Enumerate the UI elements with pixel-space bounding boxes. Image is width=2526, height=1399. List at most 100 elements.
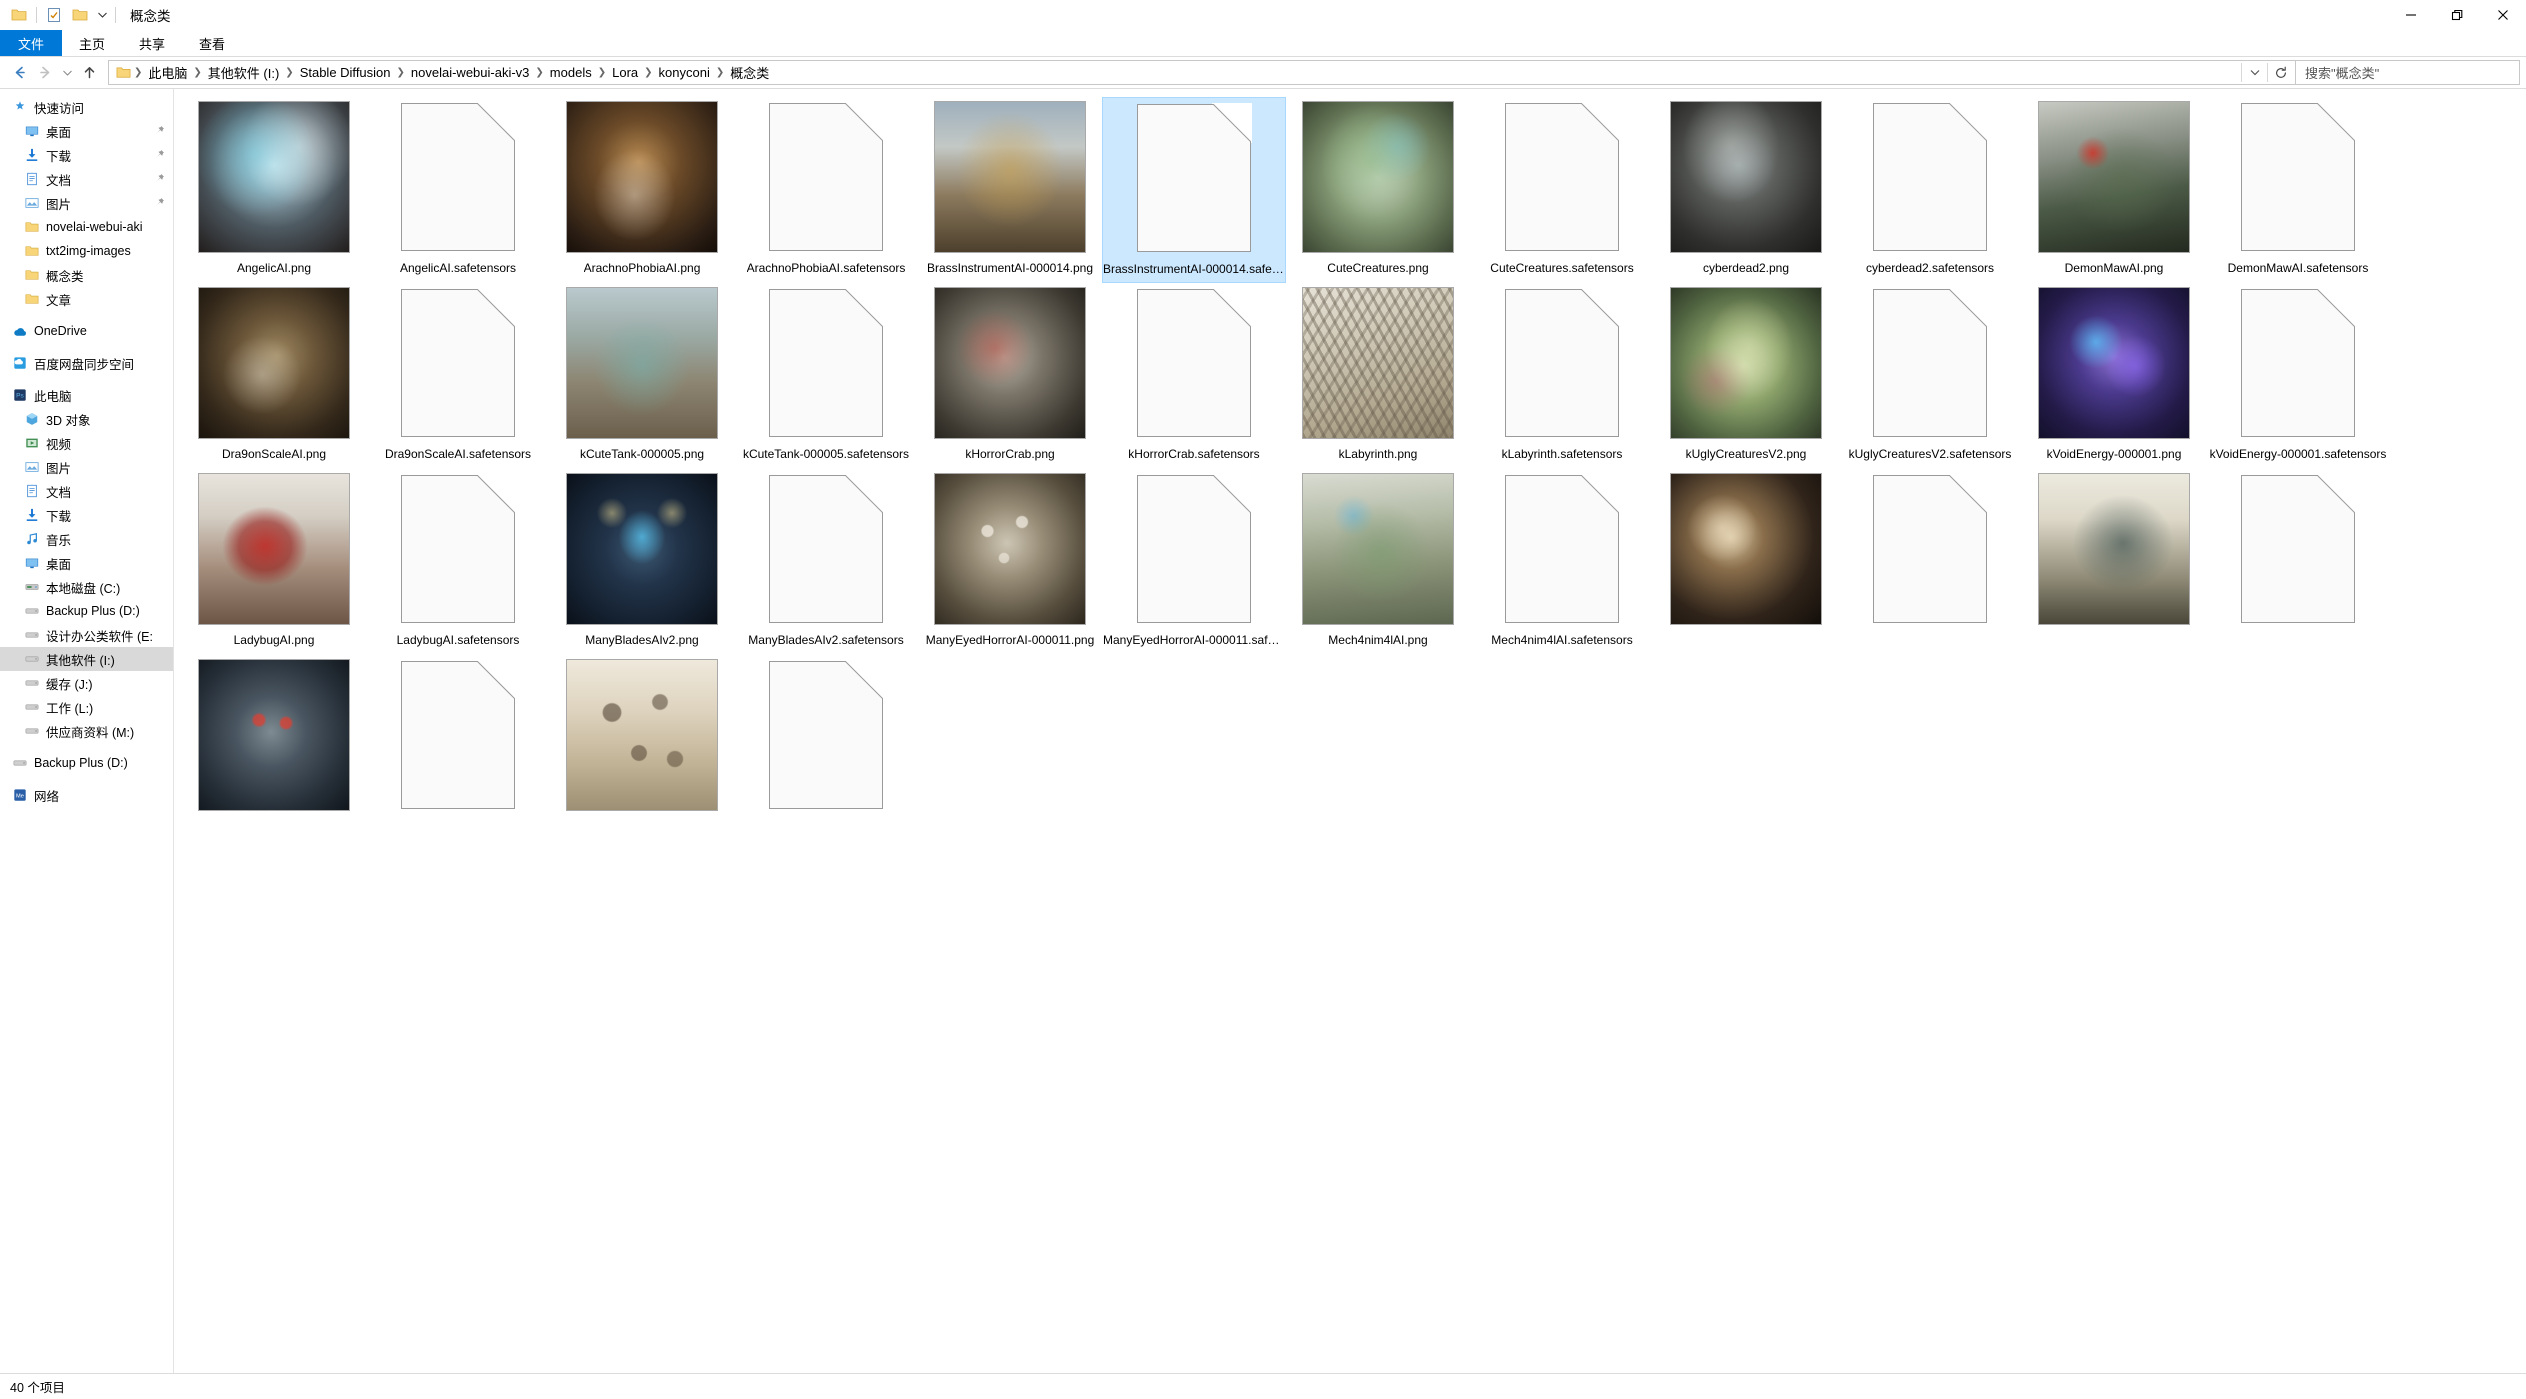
file-tile[interactable]: DemonMawAI.safetensors — [2206, 97, 2390, 283]
tab-view[interactable]: 查看 — [182, 30, 242, 56]
breadcrumb-item-0[interactable]: 此电脑 — [143, 61, 192, 84]
file-tile[interactable] — [734, 655, 918, 841]
pin-icon[interactable] — [155, 149, 165, 162]
file-tile[interactable]: LadybugAI.safetensors — [366, 469, 550, 655]
file-tile[interactable]: kLabyrinth.safetensors — [1470, 283, 1654, 469]
breadcrumb-separator[interactable]: ❯ — [715, 67, 725, 78]
tab-home[interactable]: 主页 — [62, 30, 122, 56]
file-tile[interactable]: ManyBladesAIv2.safetensors — [734, 469, 918, 655]
file-tile[interactable]: ArachnoPhobiaAI.png — [550, 97, 734, 283]
file-tile[interactable]: ManyBladesAIv2.png — [550, 469, 734, 655]
sidebar-item-22[interactable]: 本地磁盘 (C:) — [0, 575, 173, 599]
file-tile[interactable]: BrassInstrumentAI-000014.safetensors — [1102, 97, 1286, 283]
breadcrumb-item-7[interactable]: 概念类 — [725, 61, 774, 84]
sidebar-item-15[interactable]: 3D 对象 — [0, 407, 173, 431]
recent-locations-dropdown-icon[interactable] — [58, 60, 76, 86]
sidebar-item-17[interactable]: 图片 — [0, 455, 173, 479]
sidebar-item-7[interactable]: 概念类 — [0, 263, 173, 287]
history-dropdown-icon[interactable] — [2242, 61, 2267, 84]
pin-icon[interactable] — [155, 125, 165, 138]
sidebar-item-5[interactable]: novelai-webui-aki — [0, 215, 173, 239]
file-tile[interactable]: Mech4nim4lAI.safetensors — [1470, 469, 1654, 655]
new-folder-icon[interactable] — [67, 2, 93, 28]
file-tile[interactable]: CuteCreatures.png — [1286, 97, 1470, 283]
refresh-icon[interactable] — [2268, 61, 2293, 84]
breadcrumb-separator[interactable]: ❯ — [643, 67, 653, 78]
navigation-pane[interactable]: 快速访问 桌面 下载 文档 图片 novelai-webui-aki txt2img-ima… — [0, 89, 174, 1373]
breadcrumb-separator[interactable]: ❯ — [396, 67, 406, 78]
sidebar-item-28[interactable]: 供应商资料 (M:) — [0, 719, 173, 743]
breadcrumb-item-1[interactable]: 其他软件 (I:) — [203, 61, 285, 84]
restore-button[interactable] — [2434, 0, 2480, 30]
sidebar-item-23[interactable]: Backup Plus (D:) — [0, 599, 173, 623]
properties-icon[interactable] — [41, 2, 67, 28]
file-tile[interactable]: kVoidEnergy-000001.safetensors — [2206, 283, 2390, 469]
file-tile[interactable]: BrassInstrumentAI-000014.png — [918, 97, 1102, 283]
back-button[interactable] — [6, 60, 32, 86]
file-tile[interactable]: cyberdead2.safetensors — [1838, 97, 2022, 283]
address-path-box[interactable]: ❯ 此电脑 ❯ 其他软件 (I:) ❯ Stable Diffusion ❯ n… — [108, 60, 2296, 85]
file-tile[interactable] — [2206, 469, 2390, 655]
sidebar-item-20[interactable]: 音乐 — [0, 527, 173, 551]
breadcrumb-item-4[interactable]: models — [545, 63, 597, 82]
sidebar-item-21[interactable]: 桌面 — [0, 551, 173, 575]
breadcrumb-item-5[interactable]: Lora — [607, 63, 643, 82]
file-tile[interactable] — [2022, 469, 2206, 655]
sidebar-item-18[interactable]: 文档 — [0, 479, 173, 503]
sidebar-item-16[interactable]: 视频 — [0, 431, 173, 455]
sidebar-item-0[interactable]: 快速访问 — [0, 95, 173, 119]
sidebar-item-10[interactable]: OneDrive — [0, 319, 173, 343]
file-tile[interactable]: kUglyCreaturesV2.png — [1654, 283, 1838, 469]
pin-icon[interactable] — [155, 197, 165, 210]
sidebar-item-2[interactable]: 下载 — [0, 143, 173, 167]
sidebar-item-8[interactable]: 文章 — [0, 287, 173, 311]
file-list-view[interactable]: AngelicAI.png AngelicAI.safetensors Arachn… — [174, 89, 2526, 1373]
breadcrumb-separator[interactable]: ❯ — [284, 67, 294, 78]
up-button[interactable] — [76, 60, 102, 86]
file-tile[interactable]: Mech4nim4lAI.png — [1286, 469, 1470, 655]
file-tile[interactable]: AngelicAI.png — [182, 97, 366, 283]
file-tile[interactable]: kVoidEnergy-000001.png — [2022, 283, 2206, 469]
customize-toolbar-dropdown-icon[interactable] — [93, 2, 111, 28]
search-box[interactable]: 搜索"概念类" — [2296, 60, 2520, 85]
tab-share[interactable]: 共享 — [122, 30, 182, 56]
breadcrumb-separator[interactable]: ❯ — [597, 67, 607, 78]
sidebar-item-19[interactable]: 下载 — [0, 503, 173, 527]
minimize-button[interactable] — [2388, 0, 2434, 30]
sidebar-item-12[interactable]: 百度网盘同步空间 — [0, 351, 173, 375]
file-tile[interactable]: kUglyCreaturesV2.safetensors — [1838, 283, 2022, 469]
file-tile[interactable]: kLabyrinth.png — [1286, 283, 1470, 469]
sidebar-item-1[interactable]: 桌面 — [0, 119, 173, 143]
sidebar-item-25[interactable]: 其他软件 (I:) — [0, 647, 173, 671]
file-tile[interactable]: DemonMawAI.png — [2022, 97, 2206, 283]
sidebar-item-30[interactable]: Backup Plus (D:) — [0, 751, 173, 775]
file-tile[interactable]: CuteCreatures.safetensors — [1470, 97, 1654, 283]
file-tile[interactable] — [550, 655, 734, 841]
file-tile[interactable]: kHorrorCrab.safetensors — [1102, 283, 1286, 469]
breadcrumb-separator[interactable]: ❯ — [192, 67, 202, 78]
file-tile[interactable] — [1838, 469, 2022, 655]
file-tile[interactable] — [366, 655, 550, 841]
sidebar-item-6[interactable]: txt2img-images — [0, 239, 173, 263]
file-tile[interactable]: AngelicAI.safetensors — [366, 97, 550, 283]
pin-icon[interactable] — [155, 173, 165, 186]
file-tile[interactable] — [182, 655, 366, 841]
file-tile[interactable]: ArachnoPhobiaAI.safetensors — [734, 97, 918, 283]
forward-button[interactable] — [32, 60, 58, 86]
sidebar-item-26[interactable]: 缓存 (J:) — [0, 671, 173, 695]
breadcrumb-separator[interactable]: ❯ — [534, 67, 544, 78]
file-tile[interactable]: LadybugAI.png — [182, 469, 366, 655]
file-tile[interactable] — [1654, 469, 1838, 655]
close-button[interactable] — [2480, 0, 2526, 30]
sidebar-item-27[interactable]: 工作 (L:) — [0, 695, 173, 719]
file-tile[interactable]: kCuteTank-000005.png — [550, 283, 734, 469]
file-tile[interactable]: kHorrorCrab.png — [918, 283, 1102, 469]
file-tile[interactable]: cyberdead2.png — [1654, 97, 1838, 283]
sidebar-item-14[interactable]: Ps 此电脑 — [0, 383, 173, 407]
sidebar-item-24[interactable]: 设计办公类软件 (E: — [0, 623, 173, 647]
file-tile[interactable]: ManyEyedHorrorAI-000011.safetensors — [1102, 469, 1286, 655]
sidebar-item-32[interactable]: Me 网络 — [0, 783, 173, 807]
search-input[interactable]: 搜索"概念类" — [2305, 63, 2379, 82]
breadcrumb-item-2[interactable]: Stable Diffusion — [295, 63, 396, 82]
file-tile[interactable]: Dra9onScaleAI.safetensors — [366, 283, 550, 469]
